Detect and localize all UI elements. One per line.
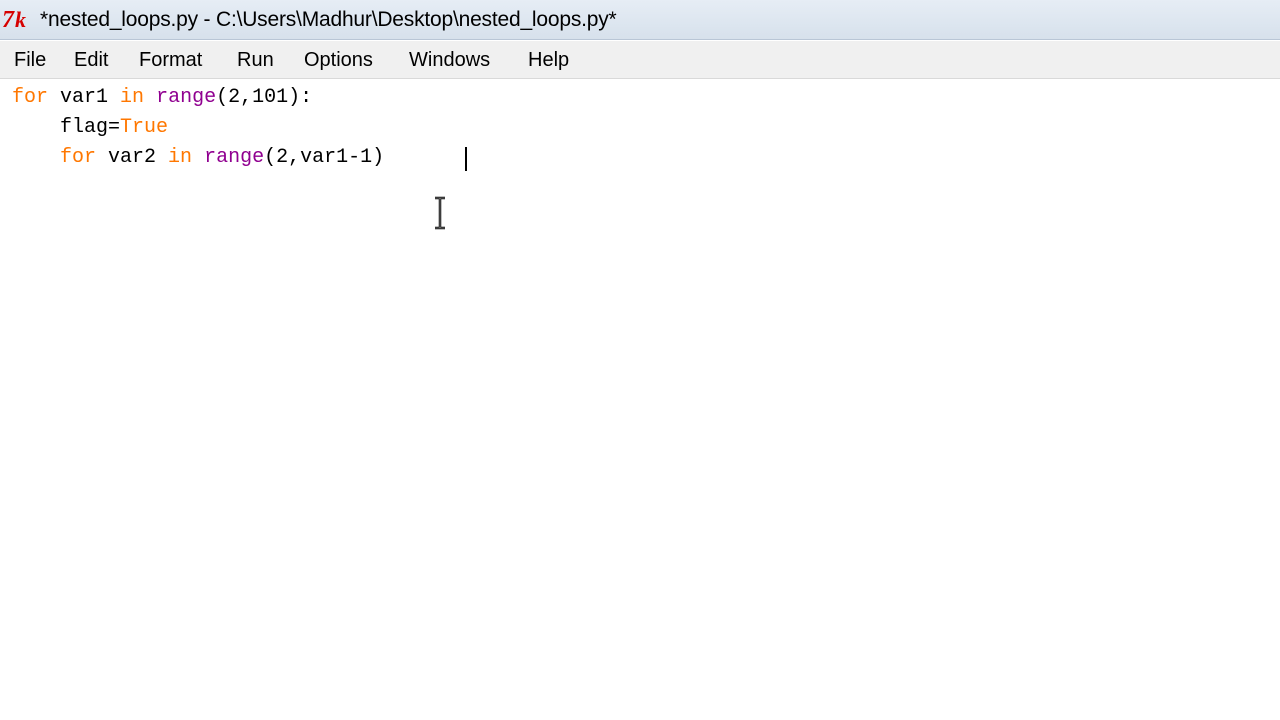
menu-edit[interactable]: Edit xyxy=(74,49,108,72)
idle-app-icon[interactable]: 7 k xyxy=(2,6,34,32)
code-line-2: flag=True xyxy=(12,113,168,143)
menu-options[interactable]: Options xyxy=(304,49,373,72)
menu-run[interactable]: Run xyxy=(237,49,274,72)
code-line-1: for var1 in range(2,101): xyxy=(12,83,312,113)
code-text: var1 xyxy=(48,86,121,109)
code-text: (2,var1-1) xyxy=(264,146,385,169)
ibeam-cursor-icon xyxy=(435,196,445,230)
code-editor[interactable]: for var1 in range(2,101): flag=True for … xyxy=(0,80,1280,720)
svg-text:7: 7 xyxy=(2,7,15,32)
code-builtin: range xyxy=(204,146,265,169)
text-caret xyxy=(465,147,467,171)
menu-windows[interactable]: Windows xyxy=(409,49,490,72)
code-keyword: for xyxy=(12,86,49,109)
code-keyword: True xyxy=(120,116,169,139)
svg-text:k: k xyxy=(15,7,26,32)
menu-bar: File Edit Format Run Options Windows Hel… xyxy=(0,41,1280,79)
window-title: *nested_loops.py - C:\Users\Madhur\Deskt… xyxy=(40,8,617,31)
menu-format[interactable]: Format xyxy=(139,49,202,72)
menu-help[interactable]: Help xyxy=(528,49,569,72)
code-text: flag= xyxy=(60,116,121,139)
menu-file[interactable]: File xyxy=(14,49,46,72)
title-bar[interactable]: 7 k *nested_loops.py - C:\Users\Madhur\D… xyxy=(0,0,1280,40)
code-keyword: in xyxy=(120,86,145,109)
code-builtin: range xyxy=(156,86,217,109)
code-text: var2 xyxy=(96,146,169,169)
code-line-3: for var2 in range(2,var1-1) xyxy=(12,143,384,173)
code-keyword: in xyxy=(168,146,193,169)
code-keyword: for xyxy=(60,146,97,169)
code-text: (2,101): xyxy=(216,86,313,109)
